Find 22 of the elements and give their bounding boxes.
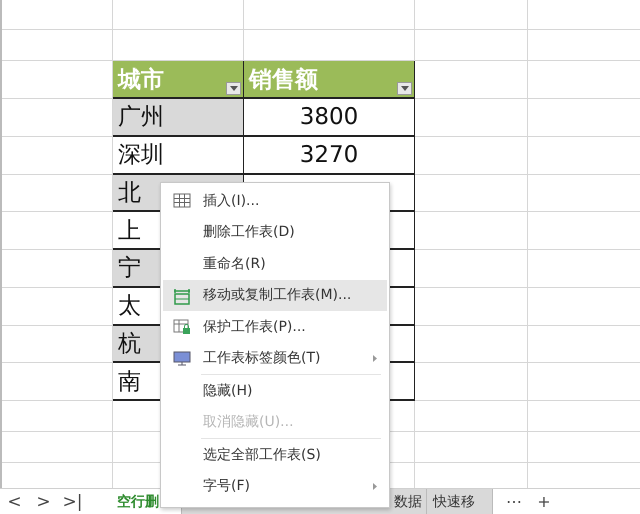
city-cell: 深圳: [113, 136, 244, 174]
sheet-nav-button[interactable]: >|: [58, 492, 87, 512]
protect-sheet-icon: [173, 319, 191, 335]
add-sheet-button[interactable]: +: [529, 492, 559, 511]
sheet-nav-button[interactable]: <: [0, 492, 29, 512]
column-header: 城市: [116, 66, 164, 94]
caret-icon: [230, 86, 238, 91]
filter-dropdown[interactable]: [397, 82, 412, 95]
monitor-icon: [173, 350, 191, 366]
menu-item[interactable]: 选定全部工作表(S): [163, 439, 387, 470]
more-tabs-button[interactable]: ⋯: [499, 492, 529, 511]
sheet-nav-button[interactable]: >: [29, 492, 58, 512]
sales-cell: 3270: [244, 136, 415, 174]
move-sheet-icon: [173, 288, 191, 304]
city-cell: 广州: [113, 99, 244, 137]
column-header: 销售额: [247, 66, 318, 94]
sheet-tab[interactable]: 快速移: [427, 489, 493, 514]
filter-dropdown[interactable]: [226, 82, 241, 95]
table-icon: [173, 193, 191, 208]
caret-icon: [400, 86, 408, 91]
sales-cell: 3800: [244, 99, 415, 137]
menu-item[interactable]: 移动或复制工作表(M)...: [163, 280, 387, 311]
